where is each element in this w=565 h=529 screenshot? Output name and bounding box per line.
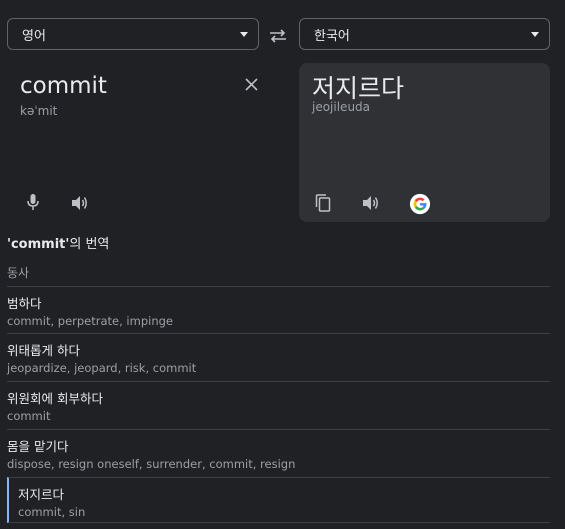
chevron-down-icon [240,31,248,37]
chevron-down-icon [531,31,539,37]
google-g-icon [409,193,431,215]
voice-input-button[interactable] [21,190,45,214]
entry-synonyms: commit, perpetrate, impinge [7,314,173,328]
part-of-speech: 동사 [7,266,30,280]
translation-entry[interactable]: 위원회에 회부하다 commit [7,381,550,429]
translation-entry[interactable]: 위태롭게 하다 jeopardize, jeopard, risk, commi… [7,333,550,381]
swap-languages-button[interactable] [266,24,290,48]
translation-entry[interactable]: 범하다 commit, perpetrate, impinge [7,286,550,334]
entry-synonyms: jeopardize, jeopard, risk, commit [7,361,197,375]
target-language-select[interactable]: 한국어 [299,18,550,50]
translation-listen-button[interactable] [359,191,383,215]
entry-translation: 저지르다 [18,487,65,502]
translations-heading-word: 'commit' [7,237,70,252]
entry-synonyms: dispose, resign oneself, surrender, comm… [7,457,296,471]
source-text[interactable]: commit [20,73,107,99]
entry-synonyms: commit [7,409,51,423]
speaker-icon [363,196,378,210]
translation-romanization: jeojileuda [312,100,371,114]
source-language-label: 영어 [22,28,46,44]
translation-entry[interactable]: 몸을 맡기다 dispose, resign oneself, surrende… [7,429,550,477]
entry-synonyms: commit, sin [18,505,86,519]
translation-entry-selected[interactable]: 저지르다 commit, sin [7,477,550,523]
source-phonetic: kəˈmit [20,104,58,118]
copy-icon [315,194,331,212]
target-language-label: 한국어 [314,28,350,44]
entry-translation: 범하다 [7,296,42,311]
swap-arrows-icon [270,29,286,43]
speaker-icon [72,196,87,210]
translations-heading-suffix: 의 번역 [69,237,110,252]
entry-translation: 몸을 맡기다 [7,439,69,454]
source-language-select[interactable]: 영어 [7,18,259,50]
copy-translation-button[interactable] [311,191,335,215]
top-clipped-strip [0,0,565,4]
close-icon [244,77,258,91]
entry-translation: 위원회에 회부하다 [7,391,103,406]
source-listen-button[interactable] [68,191,92,215]
clear-text-button[interactable] [241,74,261,94]
entry-translation: 위태롭게 하다 [7,343,80,358]
google-search-button[interactable] [407,191,433,217]
translations-heading: 'commit'의 번역 [7,233,109,252]
translation-card: 저지르다 jeojileuda [299,63,550,222]
microphone-icon [27,194,39,210]
